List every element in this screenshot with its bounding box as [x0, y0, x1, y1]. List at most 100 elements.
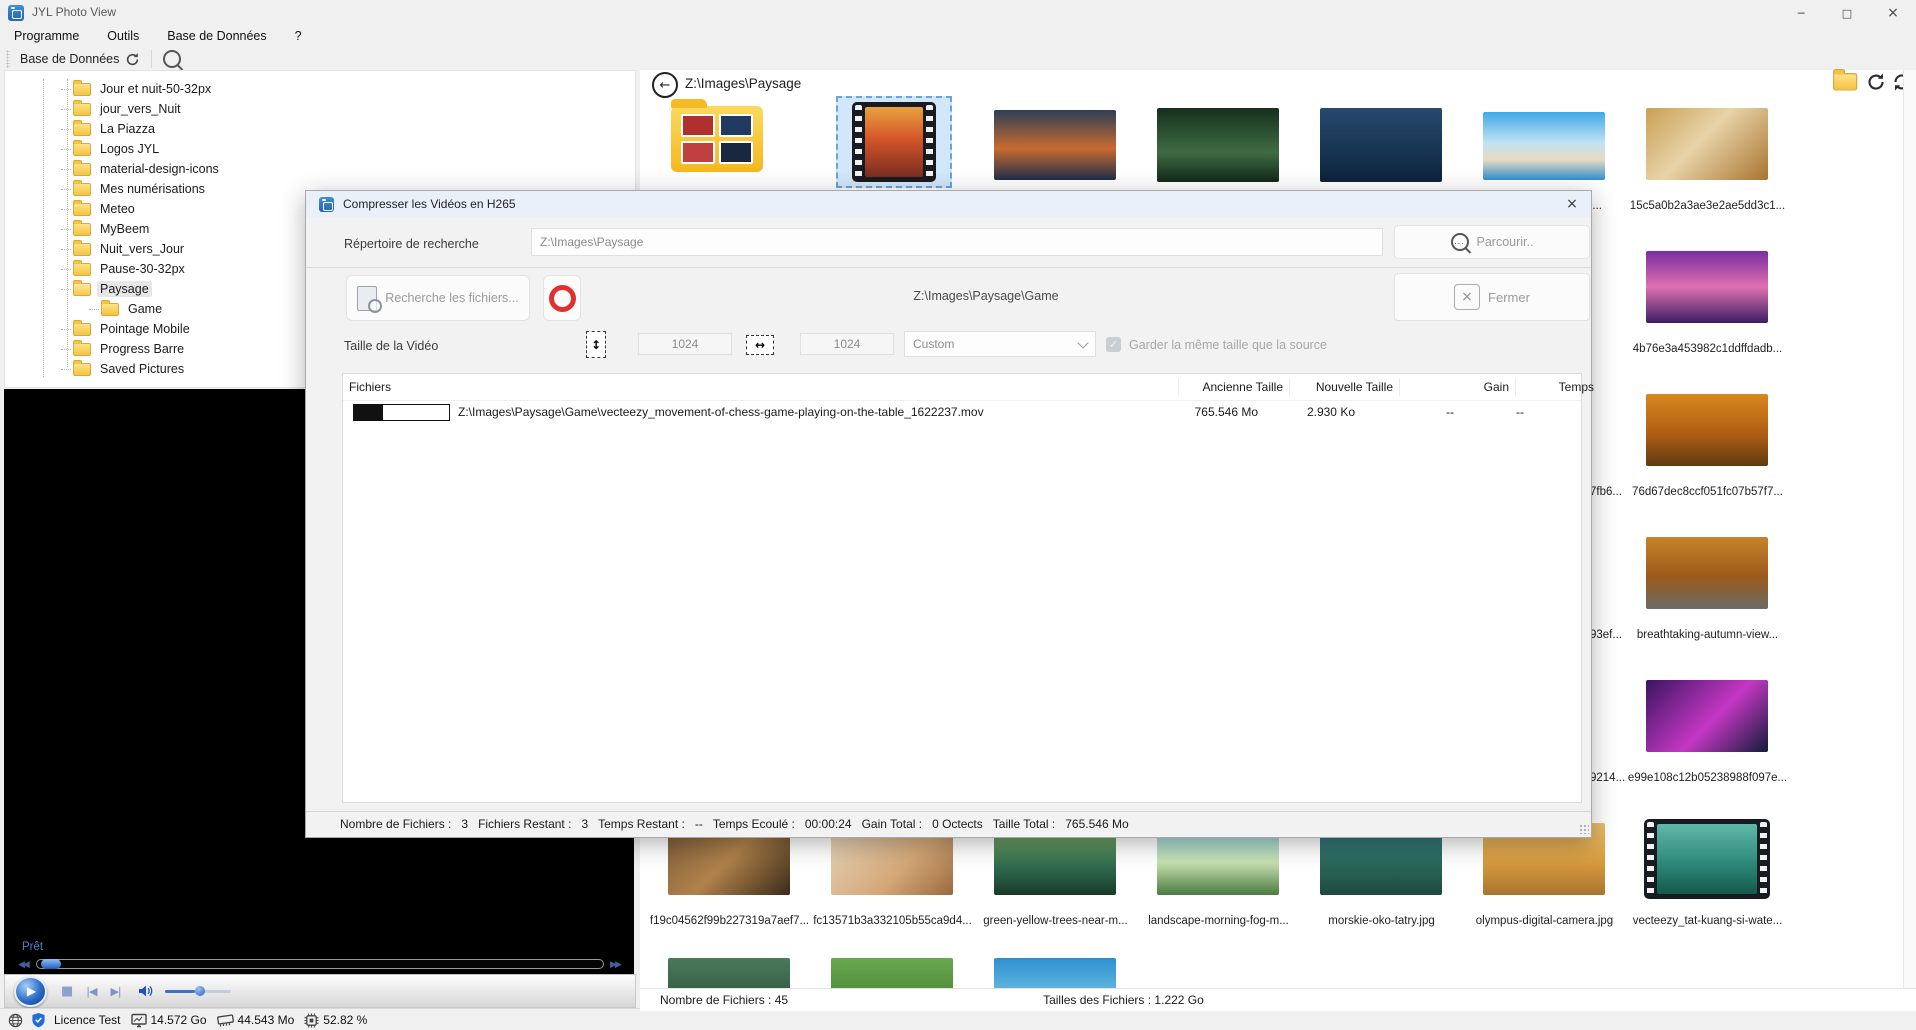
play-button[interactable]: ▶ [14, 976, 47, 1007]
record-stop-icon [549, 285, 576, 312]
dialog-close-button[interactable]: × [1559, 194, 1585, 214]
keep-size-checkbox[interactable]: ✓ [1106, 337, 1121, 352]
maximize-button[interactable]: □ [1824, 0, 1870, 26]
toolbar: Base de Données i Images i [0, 46, 1916, 72]
menu-outils[interactable]: Outils [107, 29, 139, 43]
previous-button[interactable]: |◀ [86, 985, 96, 998]
seek-thumb[interactable] [41, 959, 61, 969]
status-value: 0 Octects [932, 817, 983, 831]
browse-button[interactable]: ... Parcourir.. [1394, 225, 1590, 259]
status-label: Gain Total : [862, 817, 922, 831]
menu-help[interactable]: ? [295, 29, 302, 43]
status-label: Fichiers Restant : [478, 817, 571, 831]
file-time: -- [1464, 405, 1536, 419]
search-dir-input[interactable] [531, 228, 1383, 256]
search-database-button[interactable] [159, 48, 185, 70]
thumbnail-neon-car[interactable] [1646, 680, 1768, 752]
file-gain: -- [1361, 405, 1464, 419]
column-temps[interactable]: Temps [1516, 378, 1601, 396]
window-title: JYL Photo View [32, 5, 116, 19]
app-window: JYL Photo View ─ □ × Programme Outils Ba… [0, 0, 1916, 1030]
file-old-size: 765.546 Mo [1166, 405, 1264, 419]
column-fichiers[interactable]: Fichiers [343, 378, 1179, 396]
globe-icon [8, 1013, 23, 1028]
thumbnail-purple-sunset[interactable] [1646, 251, 1768, 323]
open-folder-button[interactable] [1833, 73, 1858, 91]
selected-video-thumbnail[interactable] [836, 96, 952, 188]
search-icon: ... [1451, 233, 1469, 251]
close-button[interactable]: × [1870, 0, 1916, 26]
preset-dropdown[interactable]: Custom [904, 331, 1096, 357]
back-button[interactable]: ← [652, 72, 678, 98]
database-toolbar-button[interactable]: Base de Données [16, 50, 144, 69]
status-label: Taille Total : [993, 817, 1055, 831]
refresh-icon [125, 52, 140, 67]
folder-icon [73, 243, 91, 256]
folder-icon [73, 183, 91, 196]
toolbar-grip[interactable] [6, 50, 10, 68]
volume-thumb[interactable] [195, 986, 205, 996]
tree-item-jour-vers-nuit[interactable]: jour_vers_Nuit [5, 99, 625, 119]
keep-size-label: Garder la même taille que la source [1129, 338, 1327, 352]
folder-icon [73, 143, 91, 156]
next-button[interactable]: ▶| [110, 985, 120, 998]
back-arrow-icon: ← [660, 78, 671, 93]
app-icon [8, 5, 24, 21]
height-input[interactable] [638, 333, 732, 355]
compress-video-dialog: Compresser les Vidéos en H265 × Répertoi… [305, 190, 1592, 838]
fermer-button[interactable]: × Fermer [1394, 273, 1590, 321]
game-folder-thumbnail[interactable] [671, 106, 763, 172]
table-row[interactable]: Z:\Images\Paysage\Game\vecteezy_movement… [343, 401, 1581, 423]
minimize-button[interactable]: ─ [1778, 0, 1824, 26]
thumbnail-autumn-road[interactable] [1646, 537, 1768, 609]
tree-item-logos-jyl[interactable]: Logos JYL [5, 139, 625, 159]
fermer-button-label: Fermer [1488, 290, 1530, 305]
thumbnail-label-partial: 7fb6... [1590, 486, 1635, 498]
stop-button[interactable]: ■ [61, 984, 72, 999]
resize-grip[interactable] [1579, 824, 1589, 834]
column-gain[interactable]: Gain [1400, 378, 1516, 396]
player-controls: ▶ ■ |◀ ▶| [4, 974, 636, 1008]
dialog-icon [319, 197, 334, 212]
seek-back-icon[interactable]: ◀◀ [18, 960, 28, 970]
menu-base-de-donnees[interactable]: Base de Données [167, 29, 266, 43]
height-icon: ↕ [586, 331, 606, 358]
progress-fill [354, 405, 383, 420]
status-value: 765.546 Mo [1065, 817, 1128, 831]
stop-compression-button[interactable] [543, 275, 581, 321]
menu-programme[interactable]: Programme [14, 29, 79, 43]
seek-forward-icon[interactable]: ▶▶ [610, 960, 620, 970]
thumbnail-label: breathtaking-autumn-view... [1626, 629, 1789, 641]
maximize-icon: □ [1824, 0, 1870, 26]
seek-bar[interactable] [36, 959, 604, 969]
thumbnail-waterfall-video[interactable] [1644, 819, 1770, 899]
dialog-status-bar: Nombre de Fichiers :3 Fichiers Restant :… [306, 811, 1591, 836]
thumbnail-winter-wolf[interactable] [1320, 108, 1442, 182]
tree-item-jour-et-nuit[interactable]: Jour et nuit-50-32px [5, 79, 625, 99]
chevron-down-icon [1077, 337, 1088, 348]
column-ancienne-taille[interactable]: Ancienne Taille [1179, 378, 1290, 396]
volume-icon[interactable] [137, 983, 153, 999]
thumbnail-dark-forest[interactable] [1157, 108, 1279, 182]
open-folder-icon [73, 283, 91, 296]
volume-fill [165, 990, 195, 993]
column-nouvelle-taille[interactable]: Nouvelle Taille [1290, 378, 1400, 396]
thumbnail-tropical-beach[interactable] [1483, 112, 1605, 180]
volume-slider[interactable] [165, 990, 231, 993]
folder-icon [73, 103, 91, 116]
width-input[interactable] [800, 333, 894, 355]
shield-icon [31, 1012, 46, 1028]
thumbnail-autumn-trees[interactable] [1646, 394, 1768, 466]
disk-free-text: 14.572 Go [151, 1013, 207, 1027]
thumbnail-sunset-lake[interactable] [994, 110, 1116, 180]
memory-usage-text: 44.543 Mo [238, 1013, 295, 1027]
gallery-scrollbar[interactable] [1903, 70, 1916, 988]
refresh-gallery-button[interactable] [1866, 72, 1886, 95]
main-status-bar: Licence Test 14.572 Go 44.543 Mo 52.82 % [0, 1008, 1916, 1030]
tree-item-la-piazza[interactable]: La Piazza [5, 119, 625, 139]
tree-item-material-design-icons[interactable]: material-design-icons [5, 159, 625, 179]
search-files-button[interactable]: Recherche les fichiers... [346, 275, 530, 321]
thumbnail-kittens[interactable] [1646, 108, 1768, 180]
browse-button-label: Parcourir.. [1477, 235, 1534, 249]
thumbnail-label: morskie-oko-tatry.jpg [1300, 915, 1463, 927]
